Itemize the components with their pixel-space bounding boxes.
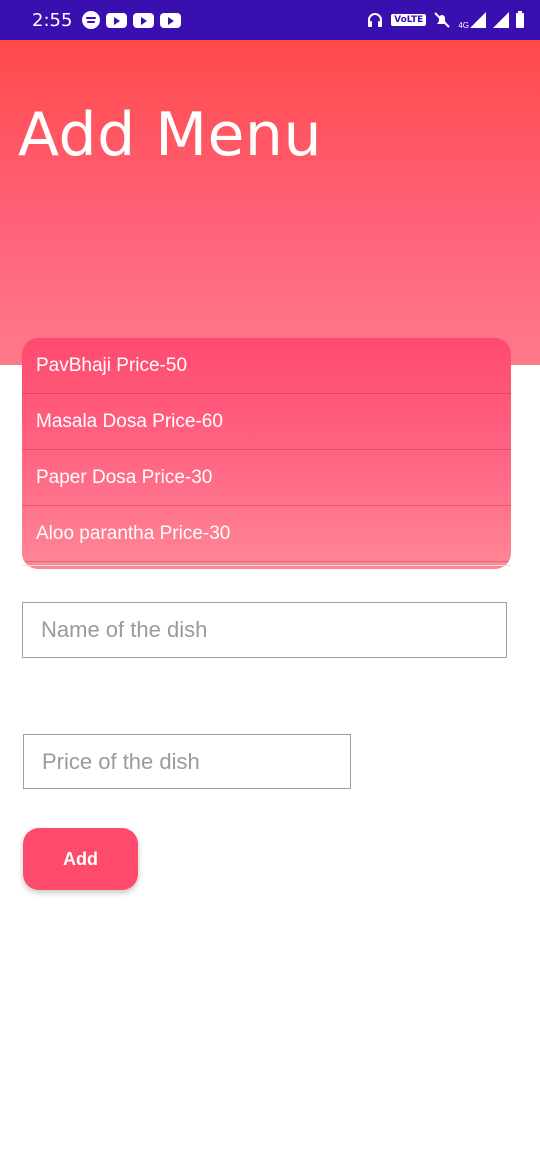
notification-icons: [82, 11, 182, 29]
youtube-icon: [160, 12, 182, 28]
youtube-icon: [106, 12, 128, 28]
menu-item[interactable]: Masala Dosa Price-60: [22, 394, 511, 450]
system-icons: VoLTE 4G: [366, 10, 524, 30]
status-bar: 2:55 VoLTE 4G: [0, 0, 540, 40]
status-time: 2:55: [32, 9, 73, 31]
spotify-icon: [82, 11, 101, 29]
network-type: 4G: [458, 20, 469, 30]
dish-price-input[interactable]: [23, 734, 351, 789]
battery-icon: [516, 10, 524, 28]
signal-icon: [470, 12, 486, 28]
headphones-icon: [368, 13, 383, 27]
dish-name-input[interactable]: [22, 602, 507, 658]
menu-list: PavBhaji Price-50 Masala Dosa Price-60 P…: [22, 338, 511, 569]
divider: [22, 565, 511, 566]
volte-icon: VoLTE: [391, 14, 427, 26]
page-title: Add Menu: [18, 100, 322, 170]
signal-icon: [493, 12, 509, 28]
menu-item[interactable]: PavBhaji Price-50: [22, 338, 511, 394]
youtube-icon: [133, 12, 155, 28]
menu-item[interactable]: Paper Dosa Price-30: [22, 450, 511, 506]
header-banner: [0, 40, 540, 365]
menu-item[interactable]: Aloo parantha Price-30: [22, 506, 511, 562]
mute-icon: [434, 12, 451, 28]
add-button[interactable]: Add: [23, 828, 138, 890]
